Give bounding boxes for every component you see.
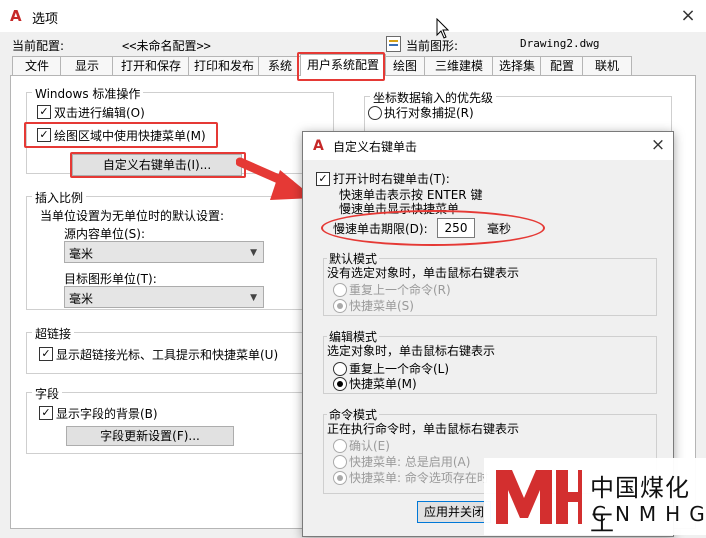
hyperlink-label: 显示超链接光标、工具提示和快捷菜单(U) <box>56 348 279 362</box>
edit-repeat-radio[interactable] <box>333 362 347 376</box>
command-when-radio[interactable] <box>333 471 347 485</box>
default-mode-desc: 没有选定对象时，单击鼠标右键表示 <box>327 266 520 280</box>
drawing-value: Drawing2.dwg <box>520 37 600 50</box>
insert-scale-desc: 当单位设置为无单位时的默认设置: <box>40 209 225 223</box>
highlight-slow-click <box>321 210 545 246</box>
watermark-en-text: CNMHG <box>592 502 706 526</box>
hyperlink-legend: 超链接 <box>32 325 75 342</box>
title-bar: A 选项 × <box>0 0 706 32</box>
chevron-down-icon: ▼ <box>250 293 257 303</box>
default-menu-radio[interactable] <box>333 299 347 313</box>
timed-right-click-label: 打开计时右键单击(T): <box>333 172 450 186</box>
tab-plot-publish[interactable]: 打印和发布 <box>188 56 260 76</box>
dialog-title: 自定义右键单击 <box>333 140 418 154</box>
field-background-checkbox[interactable]: ✓ <box>39 406 53 420</box>
edit-menu-label: 快捷菜单(M) <box>349 377 417 391</box>
command-when-label: 快捷菜单: 命令选项存在时 <box>349 471 489 485</box>
dialog-close-icon[interactable]: × <box>647 134 669 156</box>
profile-label: 当前配置: <box>12 39 65 53</box>
autocad-logo-icon: A <box>313 138 324 154</box>
source-units-value: 毫米 <box>69 247 94 261</box>
tab-selection[interactable]: 选择集 <box>492 56 542 76</box>
field-background-label: 显示字段的背景(B) <box>56 407 158 421</box>
command-confirm-radio[interactable] <box>333 439 347 453</box>
fields-legend: 字段 <box>32 385 63 402</box>
tab-open-save[interactable]: 打开和保存 <box>112 56 190 76</box>
tab-3d-modeling[interactable]: 三维建模 <box>424 56 494 76</box>
drawing-file-icon <box>386 36 401 52</box>
default-repeat-radio[interactable] <box>333 283 347 297</box>
target-units-label: 目标图形单位(T): <box>64 272 157 286</box>
default-menu-label: 快捷菜单(S) <box>349 299 414 313</box>
watermark: 中国煤化工 CNMHG <box>484 458 706 537</box>
timed-right-click-checkbox[interactable]: ✓ <box>316 172 330 186</box>
command-always-label: 快捷菜单: 总是启用(A) <box>349 455 471 469</box>
chevron-down-icon: ▼ <box>250 248 257 258</box>
target-units-value: 毫米 <box>69 292 94 306</box>
autocad-logo-icon: A <box>10 7 22 25</box>
edit-menu-radio[interactable] <box>333 377 347 391</box>
field-update-button[interactable]: 字段更新设置(F)... <box>66 426 234 446</box>
highlight-shortcut-menu <box>24 122 218 148</box>
profile-value: <<未命名配置>> <box>122 39 211 53</box>
source-units-label: 源内容单位(S): <box>64 227 146 241</box>
object-snap-label: 执行对象捕捉(R) <box>384 106 474 120</box>
tab-drafting[interactable]: 绘图 <box>384 56 426 76</box>
object-snap-radio[interactable] <box>368 106 382 120</box>
command-mode-desc: 正在执行命令时，单击鼠标右键表示 <box>327 422 520 436</box>
tab-display[interactable]: 显示 <box>60 56 114 76</box>
close-icon[interactable]: × <box>676 4 700 28</box>
watermark-logo-icon <box>496 470 582 524</box>
insert-scale-legend: 插入比例 <box>32 189 87 206</box>
target-units-select[interactable]: 毫米 ▼ <box>64 286 264 308</box>
apply-close-button[interactable]: 应用并关闭 <box>417 501 491 523</box>
command-confirm-label: 确认(E) <box>349 439 390 453</box>
highlight-customize-button <box>70 152 246 178</box>
tab-system[interactable]: 系统 <box>258 56 302 76</box>
edit-mode-desc: 选定对象时，单击鼠标右键表示 <box>327 344 496 358</box>
windows-ops-legend: Windows 标准操作 <box>32 85 144 102</box>
hyperlink-checkbox[interactable]: ✓ <box>39 347 53 361</box>
tab-files[interactable]: 文件 <box>12 56 62 76</box>
tab-online[interactable]: 联机 <box>582 56 632 76</box>
default-repeat-label: 重复上一个命令(R) <box>349 283 451 297</box>
highlight-active-tab <box>297 52 385 81</box>
tab-profiles[interactable]: 配置 <box>540 56 584 76</box>
window-title: 选项 <box>32 12 59 27</box>
dblclick-edit-label: 双击进行编辑(O) <box>54 106 145 120</box>
dialog-title-bar: A 自定义右键单击 × <box>303 132 673 160</box>
dblclick-edit-checkbox[interactable]: ✓ <box>37 105 51 119</box>
drawing-label: 当前图形: <box>406 39 459 53</box>
source-units-select[interactable]: 毫米 ▼ <box>64 241 264 263</box>
command-always-radio[interactable] <box>333 455 347 469</box>
